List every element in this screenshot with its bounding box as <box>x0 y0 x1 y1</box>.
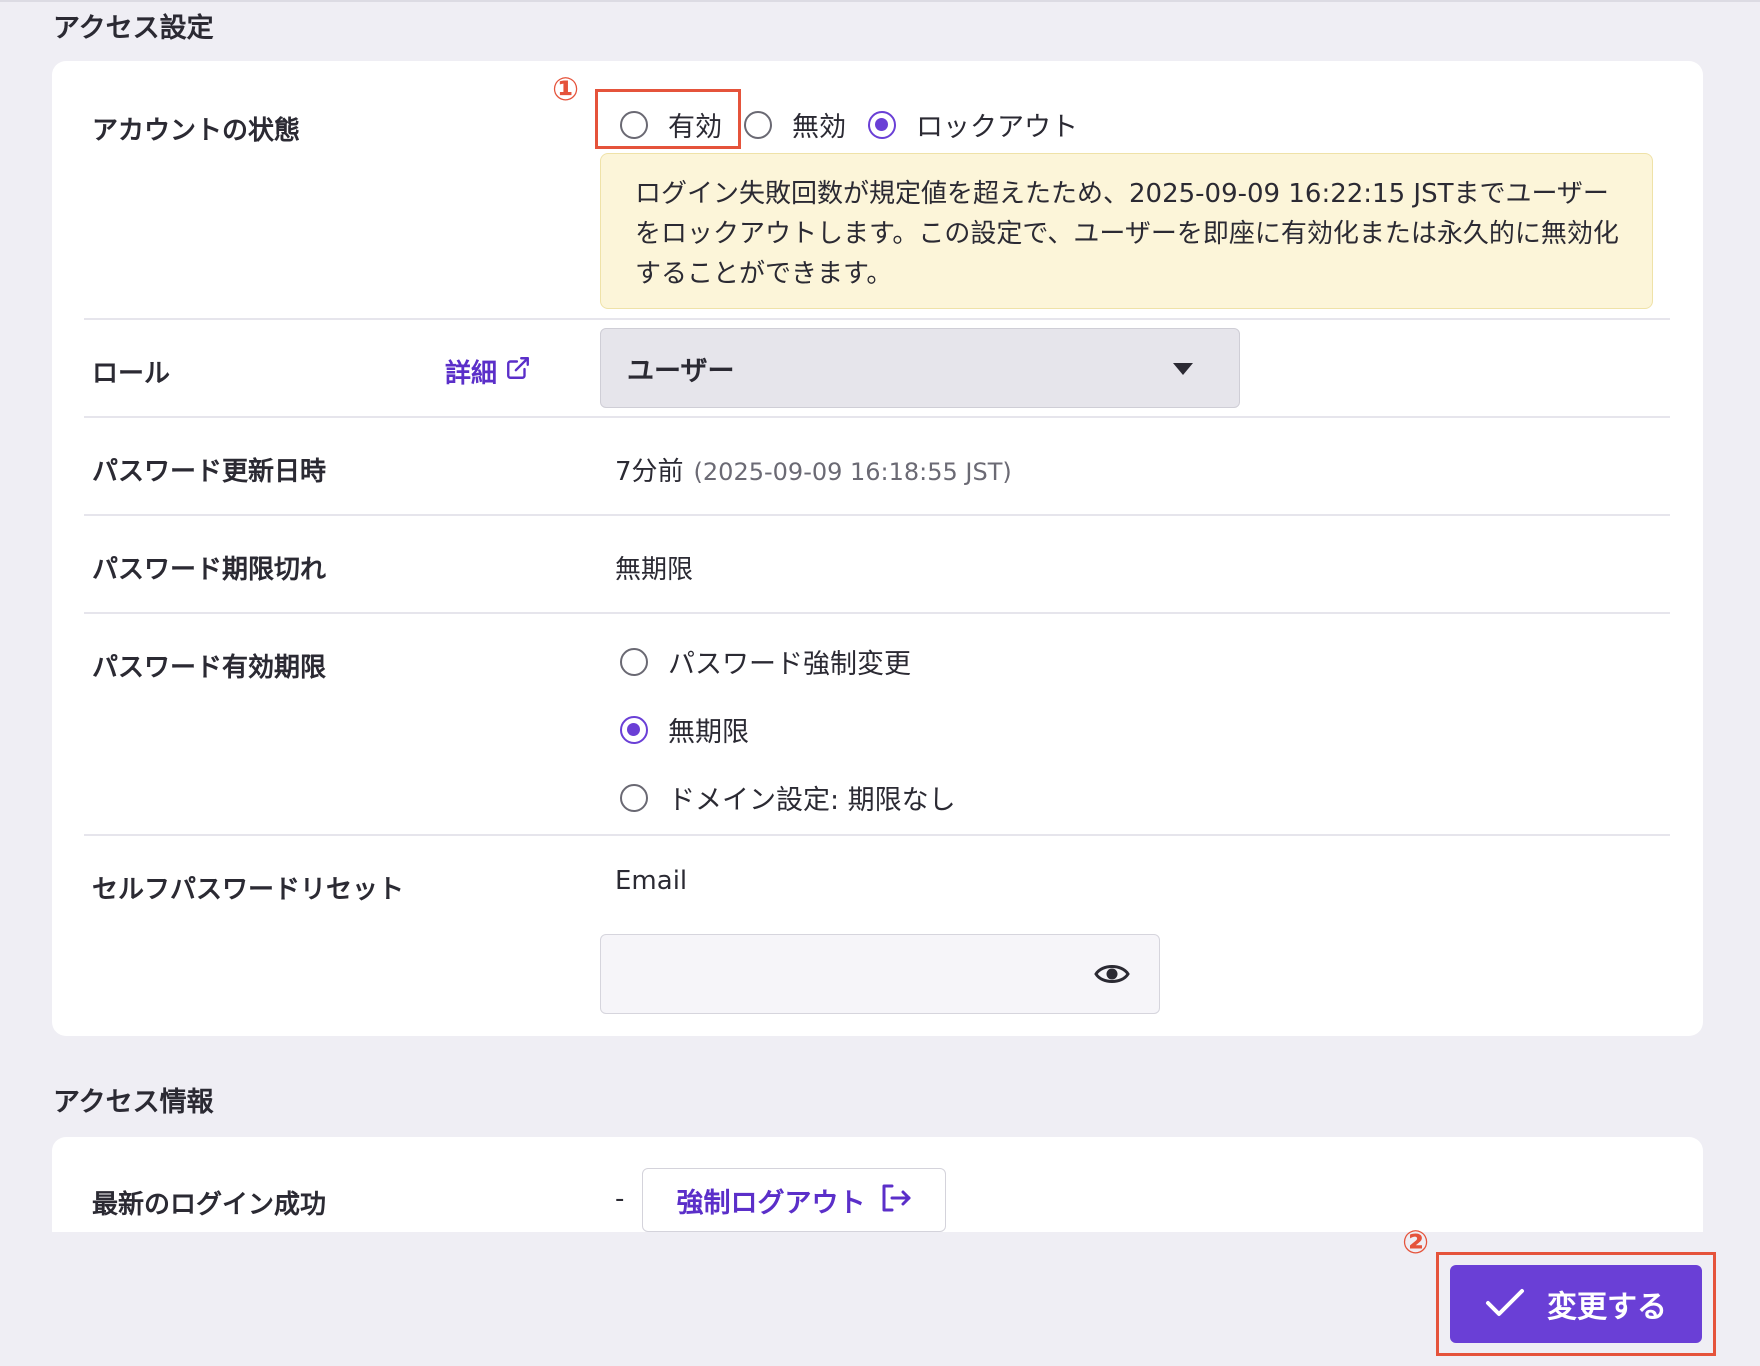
section-title-access-settings: アクセス設定 <box>53 13 214 44</box>
submit-label: 変更する <box>1547 1291 1667 1324</box>
radio-circle-checked <box>620 715 648 744</box>
force-logout-button[interactable]: 強制ログアウト <box>642 1168 946 1232</box>
radio-force-change[interactable]: パスワード強制変更 <box>620 642 911 681</box>
section-title-access-info: アクセス情報 <box>53 1087 214 1118</box>
eye-icon[interactable] <box>1094 960 1732 992</box>
radio-label: ロックアウト <box>916 112 1078 143</box>
radio-status-disabled[interactable]: 無効 <box>744 105 846 144</box>
radio-circle <box>620 783 648 812</box>
radio-status-enabled[interactable]: 有効 <box>620 105 722 144</box>
password-validity-label: パスワード有効期限 <box>92 653 327 683</box>
annotation-2: ② <box>1402 1223 1430 1261</box>
annotation-1: ① <box>552 70 580 108</box>
row-divider <box>84 514 1670 516</box>
radio-status-lockout[interactable]: ロックアウト <box>868 105 1078 144</box>
radio-label: 有効 <box>668 112 722 143</box>
password-updated-label: パスワード更新日時 <box>92 457 327 487</box>
self-reset-email-input[interactable] <box>600 934 1160 1014</box>
radio-circle <box>620 647 648 676</box>
radio-circle-checked <box>868 110 896 139</box>
account-status-label: アカウントの状態 <box>92 116 301 146</box>
password-expiry-value: 無期限 <box>615 555 694 585</box>
radio-label: パスワード強制変更 <box>668 649 911 680</box>
last-login-label: 最新のログイン成功 <box>92 1190 327 1220</box>
top-divider <box>0 0 1760 2</box>
role-label: ロール <box>92 359 171 389</box>
row-divider <box>84 612 1670 614</box>
radio-label: 無効 <box>792 112 846 143</box>
radio-no-expiry[interactable]: 無期限 <box>620 710 749 749</box>
logout-icon <box>880 1183 912 1217</box>
row-divider <box>84 416 1670 418</box>
chevron-down-icon <box>1173 363 1193 375</box>
last-login-value: - <box>615 1184 625 1214</box>
self-reset-method: Email <box>615 866 688 896</box>
self-reset-label: セルフパスワードリセット <box>92 875 405 905</box>
password-updated-value: 7分前 (2025-09-09 16:18:55 JST) <box>615 451 1012 488</box>
check-icon <box>1485 1287 1525 1322</box>
detail-link-label: 詳細 <box>445 359 498 389</box>
radio-circle <box>744 110 772 139</box>
password-updated-relative: 7分前 <box>615 457 684 487</box>
row-divider <box>84 834 1670 836</box>
password-expiry-label: パスワード期限切れ <box>92 555 327 585</box>
role-select[interactable]: ユーザー <box>600 328 1240 408</box>
external-link-icon <box>505 355 531 388</box>
role-select-value: ユーザー <box>627 355 735 387</box>
radio-label: 無期限 <box>668 717 749 748</box>
radio-label: ドメイン設定: 期限なし <box>668 785 956 816</box>
row-divider <box>84 318 1670 320</box>
force-logout-label: 強制ログアウト <box>676 1187 866 1219</box>
password-updated-absolute: (2025-09-09 16:18:55 JST) <box>693 458 1012 486</box>
role-detail-link[interactable]: 詳細 <box>445 353 531 390</box>
radio-circle <box>620 110 648 139</box>
radio-domain-setting[interactable]: ドメイン設定: 期限なし <box>620 778 956 817</box>
lockout-notice: ログイン失敗回数が規定値を超えたため、2025-09-09 16:22:15 J… <box>600 153 1653 309</box>
submit-button[interactable]: 変更する <box>1450 1265 1702 1343</box>
